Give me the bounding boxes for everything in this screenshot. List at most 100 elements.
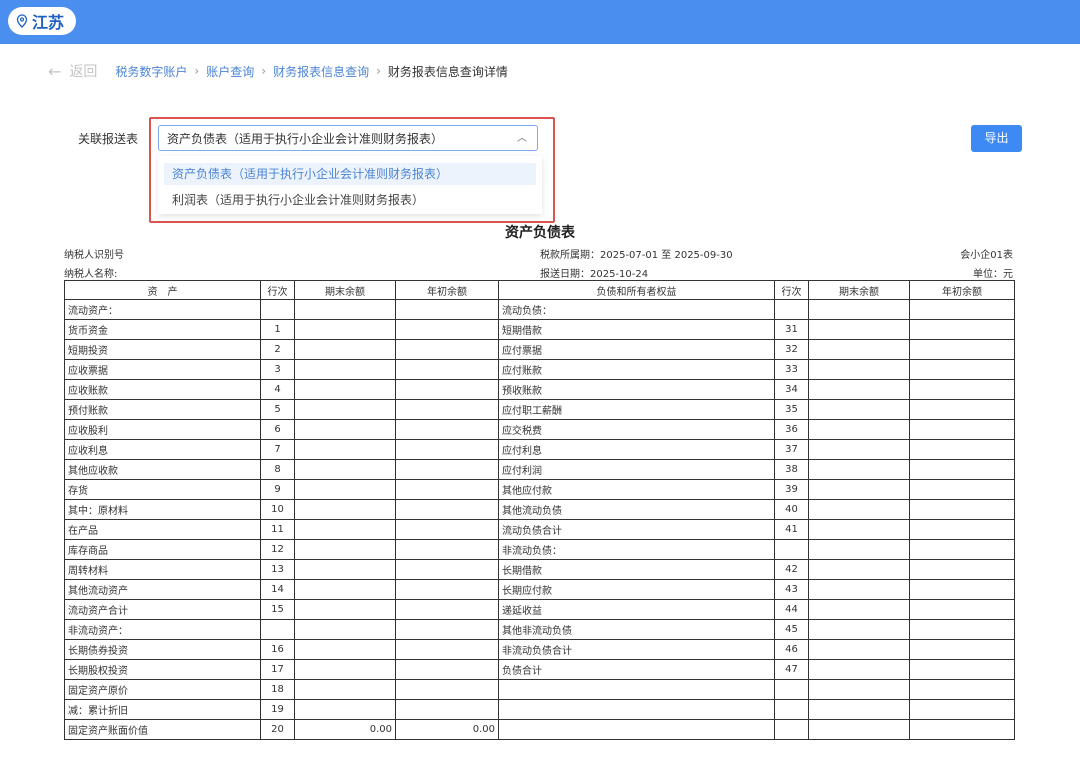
table-cell — [909, 299, 1015, 320]
column-header: 行次 — [260, 280, 295, 300]
table-cell: 9 — [260, 479, 295, 500]
table-cell: 应付票据 — [498, 339, 775, 360]
table-cell — [294, 399, 396, 420]
table-cell: 货币资金 — [64, 319, 261, 340]
taxpayer-id-label: 纳税人识别号 — [64, 250, 124, 261]
table-cell — [808, 519, 910, 540]
breadcrumb-item-report-query[interactable]: 财务报表信息查询 — [273, 63, 369, 80]
table-cell — [294, 639, 396, 660]
table-cell — [808, 559, 910, 580]
table-cell — [808, 399, 910, 420]
table-cell — [774, 699, 809, 720]
table-cell: 20 — [260, 719, 295, 740]
table-cell — [294, 539, 396, 560]
column-header: 年初余额 — [909, 280, 1015, 300]
table-cell: 33 — [774, 359, 809, 380]
table-cell — [498, 719, 775, 740]
breadcrumb-item-account-query[interactable]: 账户查询 — [206, 63, 254, 80]
table-cell: 39 — [774, 479, 809, 500]
table-cell: 应收股利 — [64, 419, 261, 440]
table-cell — [395, 699, 499, 720]
table-cell: 应收账款 — [64, 379, 261, 400]
table-row: 库存商品 12 非流动负债： — [64, 539, 1015, 560]
column-header: 资 产 — [64, 280, 261, 300]
table-cell: 46 — [774, 639, 809, 660]
table-cell — [395, 479, 499, 500]
option-income-statement[interactable]: 利润表（适用于执行小企业会计准则财务报表） — [164, 189, 536, 211]
table-cell — [294, 339, 396, 360]
table-cell: 流动资产合计 — [64, 599, 261, 620]
table-row: 其中：原材料 10 其他流动负债 40 — [64, 499, 1015, 520]
table-row: 预付账款 5 应付职工薪酬 35 — [64, 399, 1015, 420]
table-cell: 短期借款 — [498, 319, 775, 340]
table-cell — [260, 619, 295, 640]
table-cell: 40 — [774, 499, 809, 520]
table-cell — [808, 299, 910, 320]
region-selector[interactable]: 江苏 — [8, 7, 77, 35]
table-cell — [294, 679, 396, 700]
table-cell: 10 — [260, 499, 295, 520]
table-cell — [260, 299, 295, 320]
table-cell — [395, 339, 499, 360]
table-cell — [909, 699, 1015, 720]
table-cell — [395, 399, 499, 420]
table-cell: 12 — [260, 539, 295, 560]
table-cell — [774, 299, 809, 320]
table-cell — [909, 719, 1015, 740]
breadcrumb: ← 返回 税务数字账户 › 账户查询 › 财务报表信息查询 › 财务报表信息查询… — [48, 60, 508, 82]
table-cell: 流动负债： — [498, 299, 775, 320]
table-cell: 35 — [774, 399, 809, 420]
breadcrumb-item-tax-account[interactable]: 税务数字账户 — [115, 63, 187, 80]
column-header: 年初余额 — [395, 280, 499, 300]
export-button[interactable]: 导出 — [971, 125, 1022, 152]
report-type-select[interactable]: 资产负债表（适用于执行小企业会计准则财务报表） ︿ — [158, 125, 538, 151]
table-cell — [294, 599, 396, 620]
table-cell: 41 — [774, 519, 809, 540]
table-cell — [909, 339, 1015, 360]
table-cell — [395, 419, 499, 440]
back-button[interactable]: ← 返回 — [48, 61, 97, 81]
table-cell: 34 — [774, 379, 809, 400]
taxpayer-name-label: 纳税人名称: — [64, 269, 118, 280]
table-cell — [395, 499, 499, 520]
table-cell — [294, 359, 396, 380]
column-header: 期末余额 — [808, 280, 910, 300]
table-cell — [774, 679, 809, 700]
table-cell: 36 — [774, 419, 809, 440]
back-arrow-icon: ← — [48, 61, 62, 81]
table-cell: 库存商品 — [64, 539, 261, 560]
table-cell — [294, 299, 396, 320]
table-cell — [294, 419, 396, 440]
table-cell: 32 — [774, 339, 809, 360]
table-row: 存货 9 其他应付款 39 — [64, 479, 1015, 500]
table-cell: 其他应付款 — [498, 479, 775, 500]
table-cell — [294, 319, 396, 340]
table-cell — [909, 379, 1015, 400]
table-cell — [909, 519, 1015, 540]
table-row: 固定资产原价 18 — [64, 679, 1015, 700]
table-row: 短期投资 2 应付票据 32 — [64, 339, 1015, 360]
table-cell: 应付职工薪酬 — [498, 399, 775, 420]
table-cell — [294, 619, 396, 640]
table-cell: 1 — [260, 319, 295, 340]
table-row: 货币资金 1 短期借款 31 — [64, 319, 1015, 340]
table-cell: 19 — [260, 699, 295, 720]
table-cell: 5 — [260, 399, 295, 420]
table-row: 长期债券投资 16 非流动负债合计 46 — [64, 639, 1015, 660]
table-cell: 流动负债合计 — [498, 519, 775, 540]
option-balance-sheet[interactable]: 资产负债表（适用于执行小企业会计准则财务报表） — [164, 163, 536, 185]
table-cell — [909, 599, 1015, 620]
table-row: 周转材料 13 长期借款 42 — [64, 559, 1015, 580]
table-row: 流动资产： 流动负债： — [64, 299, 1015, 320]
table-cell: 固定资产原价 — [64, 679, 261, 700]
table-cell: 应交税费 — [498, 419, 775, 440]
table-cell: 短期投资 — [64, 339, 261, 360]
table-cell — [395, 579, 499, 600]
table-cell — [395, 539, 499, 560]
table-cell — [294, 439, 396, 460]
table-cell — [774, 719, 809, 740]
table-cell — [395, 319, 499, 340]
table-cell: 周转材料 — [64, 559, 261, 580]
table-cell: 在产品 — [64, 519, 261, 540]
table-cell: 3 — [260, 359, 295, 380]
